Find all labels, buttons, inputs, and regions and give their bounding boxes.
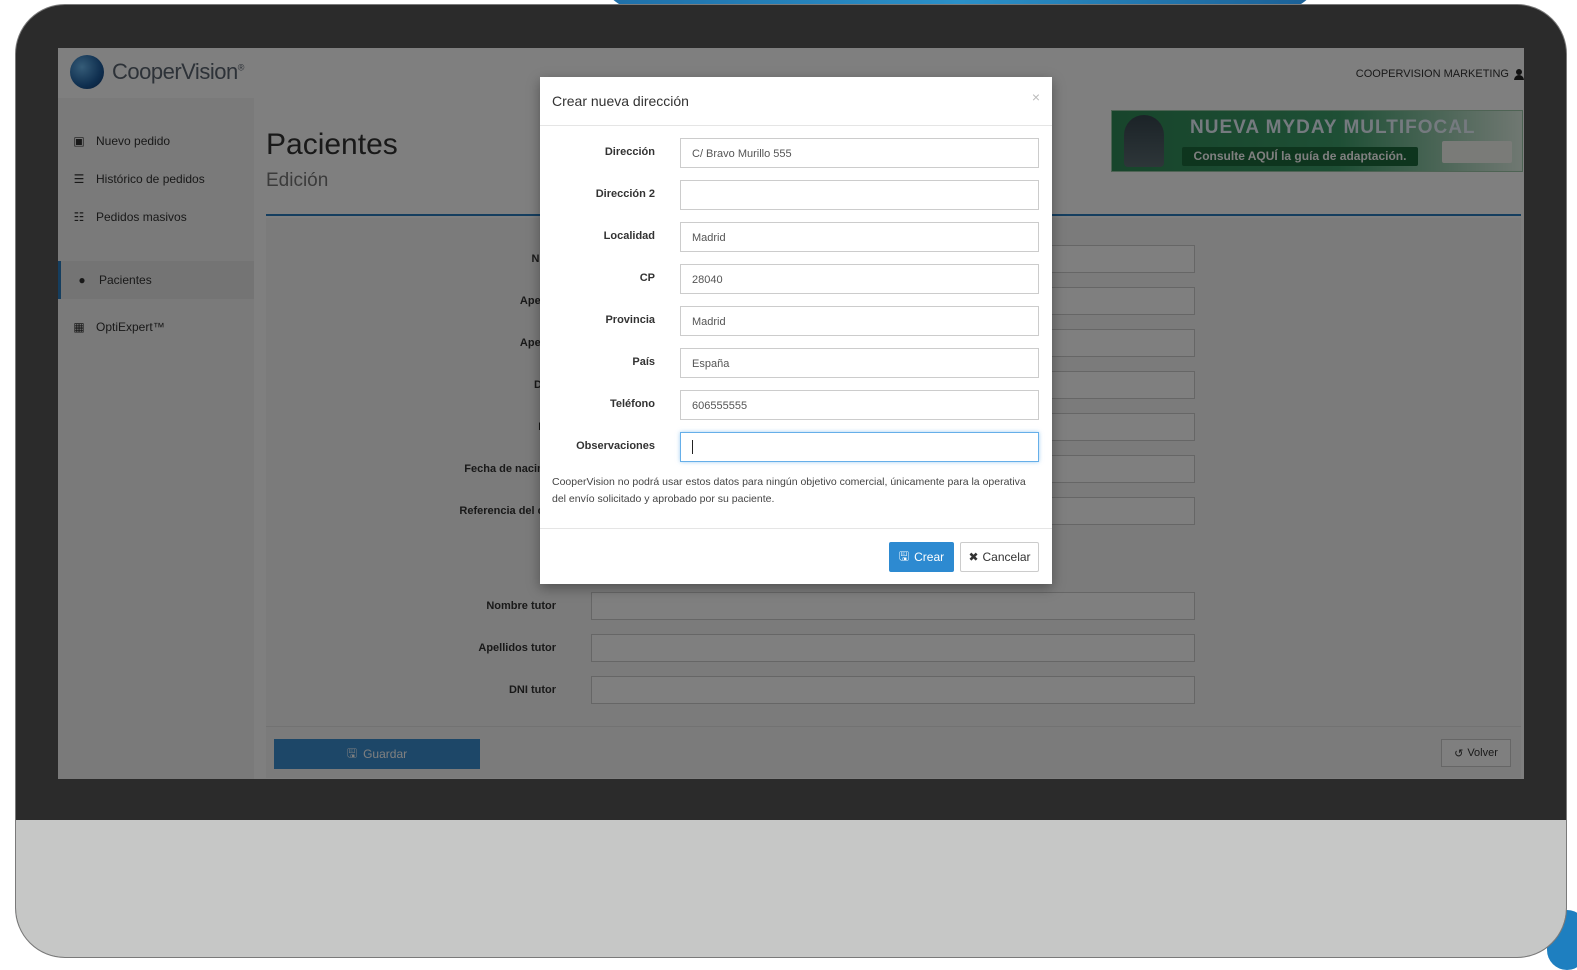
pais-input[interactable]: España: [680, 348, 1039, 378]
save-icon: 🖫: [898, 548, 910, 563]
modal-header: Crear nueva dirección ×: [540, 77, 1052, 126]
text-caret: [692, 440, 693, 454]
field-label: País: [632, 356, 655, 368]
field-label: Dirección 2: [595, 188, 655, 200]
field-label: CP: [639, 272, 655, 284]
observaciones-input[interactable]: [680, 432, 1039, 462]
field-label: Localidad: [603, 230, 655, 242]
field-label: Observaciones: [576, 440, 655, 452]
direccion2-input[interactable]: [680, 180, 1039, 210]
provincia-input[interactable]: Madrid: [680, 306, 1039, 336]
privacy-disclaimer: CooperVision no podrá usar estos datos p…: [552, 476, 1026, 505]
direccion-input[interactable]: C/ Bravo Murillo 555: [680, 138, 1039, 168]
localidad-input[interactable]: Madrid: [680, 222, 1039, 252]
app-screen: CooperVision® COOPERVISION MARKETING ▣ N…: [58, 48, 1524, 779]
field-label: Teléfono: [609, 398, 655, 410]
cancel-button[interactable]: ✖ Cancelar: [960, 542, 1039, 572]
modal-title: Crear nueva dirección: [552, 93, 689, 109]
telefono-input[interactable]: 606555555: [680, 390, 1039, 420]
monitor-frame: CooperVision® COOPERVISION MARKETING ▣ N…: [15, 4, 1567, 958]
cp-input[interactable]: 28040: [680, 264, 1039, 294]
close-icon[interactable]: ×: [1032, 89, 1040, 105]
create-address-modal: Crear nueva dirección × Dirección C/ Bra…: [540, 77, 1052, 584]
field-label: Dirección: [604, 146, 655, 158]
modal-footer: 🖫 Crear ✖ Cancelar: [540, 528, 1052, 585]
times-icon: ✖: [968, 550, 979, 564]
field-label: Provincia: [605, 314, 655, 326]
monitor-chin: [16, 820, 1566, 957]
create-button[interactable]: 🖫 Crear: [889, 542, 954, 572]
